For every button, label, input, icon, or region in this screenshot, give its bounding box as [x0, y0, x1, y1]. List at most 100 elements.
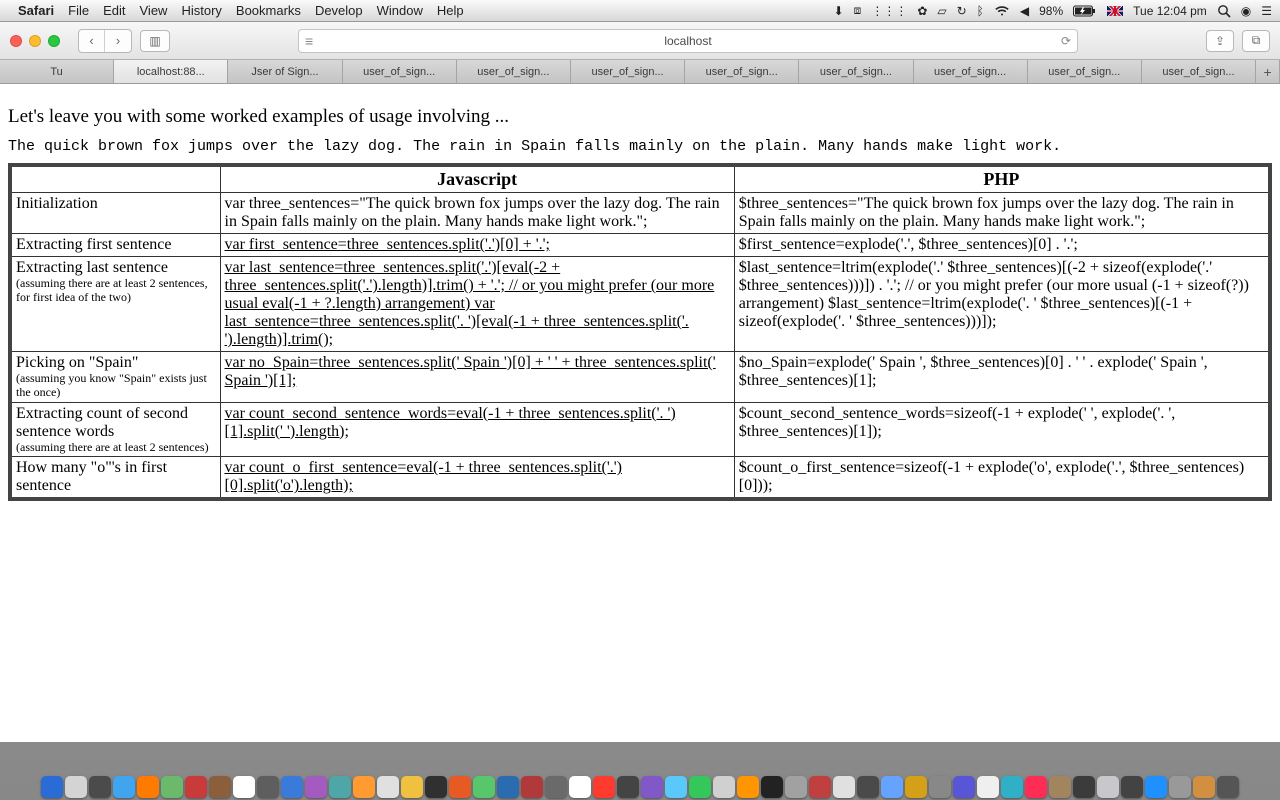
dock-app[interactable]	[713, 776, 735, 798]
tab-item[interactable]: user_of_sign...	[1142, 60, 1256, 83]
js-code-link[interactable]: var last_sentence=three_sentences.split(…	[225, 259, 715, 348]
close-window-icon[interactable]	[10, 35, 22, 47]
dock-app[interactable]	[1001, 776, 1023, 798]
dock-app[interactable]	[209, 776, 231, 798]
menu-file[interactable]: File	[68, 3, 89, 18]
dock-app[interactable]	[401, 776, 423, 798]
dock-app[interactable]	[833, 776, 855, 798]
dock-app[interactable]	[113, 776, 135, 798]
dock-app[interactable]	[1169, 776, 1191, 798]
dock-app[interactable]	[641, 776, 663, 798]
menubar-app-name[interactable]: Safari	[18, 3, 54, 18]
dock-app[interactable]	[281, 776, 303, 798]
dock-app[interactable]	[593, 776, 615, 798]
battery-icon[interactable]	[1073, 5, 1097, 17]
dock-app[interactable]	[857, 776, 879, 798]
android-icon[interactable]: ✿	[917, 4, 927, 18]
dropbox-icon[interactable]: ⧈	[854, 3, 862, 18]
dock-app[interactable]	[1025, 776, 1047, 798]
airplay-icon[interactable]: ▱	[937, 4, 946, 18]
dock-app[interactable]	[497, 776, 519, 798]
tab-item[interactable]: user_of_sign...	[799, 60, 913, 83]
tabs-overview-button[interactable]: ⧉	[1242, 30, 1270, 52]
bluetooth-icon[interactable]: ᛒ	[977, 4, 984, 18]
dock-app[interactable]	[137, 776, 159, 798]
dock-app[interactable]	[161, 776, 183, 798]
dock-app[interactable]	[1145, 776, 1167, 798]
menu-window[interactable]: Window	[377, 3, 423, 18]
menu-edit[interactable]: Edit	[103, 3, 125, 18]
dock-app[interactable]	[1097, 776, 1119, 798]
dock-app[interactable]	[449, 776, 471, 798]
dock-app[interactable]	[977, 776, 999, 798]
menu-history[interactable]: History	[181, 3, 221, 18]
back-button[interactable]: ‹	[79, 30, 105, 52]
siri-icon[interactable]: ◉	[1241, 4, 1251, 18]
dock-app[interactable]	[689, 776, 711, 798]
tab-item[interactable]: user_of_sign...	[457, 60, 571, 83]
dock-app[interactable]	[89, 776, 111, 798]
dock-app[interactable]	[929, 776, 951, 798]
download-icon[interactable]: ⬇︎	[834, 4, 844, 18]
dock-app[interactable]	[473, 776, 495, 798]
fullscreen-window-icon[interactable]	[48, 35, 60, 47]
tab-item[interactable]: Jser of Sign...	[228, 60, 342, 83]
dock-app[interactable]	[41, 776, 63, 798]
volume-icon[interactable]: ◀	[1020, 4, 1029, 18]
dock-app[interactable]	[1193, 776, 1215, 798]
menu-bookmarks[interactable]: Bookmarks	[236, 3, 301, 18]
js-code-link[interactable]: var count_o_first_sentence=eval(-1 + thr…	[225, 459, 622, 494]
dock-app[interactable]	[905, 776, 927, 798]
dock-app[interactable]	[257, 776, 279, 798]
sidebar-toggle-button[interactable]: ▥	[140, 30, 170, 52]
reload-icon[interactable]: ⟳	[1061, 34, 1071, 48]
dock-app[interactable]	[425, 776, 447, 798]
wifi-icon[interactable]	[994, 5, 1010, 17]
dock-app[interactable]	[617, 776, 639, 798]
js-code-link[interactable]: var first_sentence=three_sentences.split…	[225, 236, 550, 253]
tab-item[interactable]: user_of_sign...	[571, 60, 685, 83]
dock-app[interactable]	[377, 776, 399, 798]
dock-app[interactable]	[569, 776, 591, 798]
dock-app[interactable]	[809, 776, 831, 798]
new-tab-button[interactable]: +	[1256, 60, 1280, 83]
dock-app[interactable]	[1121, 776, 1143, 798]
tab-item[interactable]: user_of_sign...	[914, 60, 1028, 83]
tab-item[interactable]: Tu	[0, 60, 114, 83]
reader-view-icon[interactable]: ≡	[305, 33, 313, 49]
notification-center-icon[interactable]: ☰	[1261, 4, 1272, 18]
dock-app[interactable]	[545, 776, 567, 798]
dock-app[interactable]	[953, 776, 975, 798]
tab-item[interactable]: localhost:88...	[114, 60, 228, 83]
dock-app[interactable]	[185, 776, 207, 798]
dock-app[interactable]	[1217, 776, 1239, 798]
menu-view[interactable]: View	[140, 3, 168, 18]
tab-item[interactable]: user_of_sign...	[343, 60, 457, 83]
dock-app[interactable]	[353, 776, 375, 798]
js-code-link[interactable]: var count_second_sentence_words=eval(-1 …	[225, 405, 676, 440]
tab-item[interactable]: user_of_sign...	[685, 60, 799, 83]
menu-develop[interactable]: Develop	[315, 3, 363, 18]
forward-button[interactable]: ›	[105, 30, 131, 52]
dock-app[interactable]	[785, 776, 807, 798]
dock-app[interactable]	[233, 776, 255, 798]
grid-icon[interactable]: ⋮⋮⋮	[871, 4, 907, 18]
dock-app[interactable]	[521, 776, 543, 798]
menubar-clock[interactable]: Tue 12:04 pm	[1133, 4, 1207, 18]
dock-app[interactable]	[329, 776, 351, 798]
flag-icon[interactable]	[1107, 6, 1123, 16]
js-code-link[interactable]: var no_Spain=three_sentences.split(' Spa…	[225, 354, 716, 389]
dock-app[interactable]	[665, 776, 687, 798]
dock-app[interactable]	[761, 776, 783, 798]
dock-app[interactable]	[881, 776, 903, 798]
menu-help[interactable]: Help	[437, 3, 464, 18]
url-bar[interactable]: ≡ localhost ⟳	[298, 29, 1078, 53]
dock-app[interactable]	[1049, 776, 1071, 798]
timemachine-icon[interactable]: ↻	[957, 4, 967, 18]
dock-app[interactable]	[305, 776, 327, 798]
tab-item[interactable]: user_of_sign...	[1028, 60, 1142, 83]
dock-app[interactable]	[1073, 776, 1095, 798]
dock-app[interactable]	[737, 776, 759, 798]
dock-app[interactable]	[65, 776, 87, 798]
minimize-window-icon[interactable]	[29, 35, 41, 47]
